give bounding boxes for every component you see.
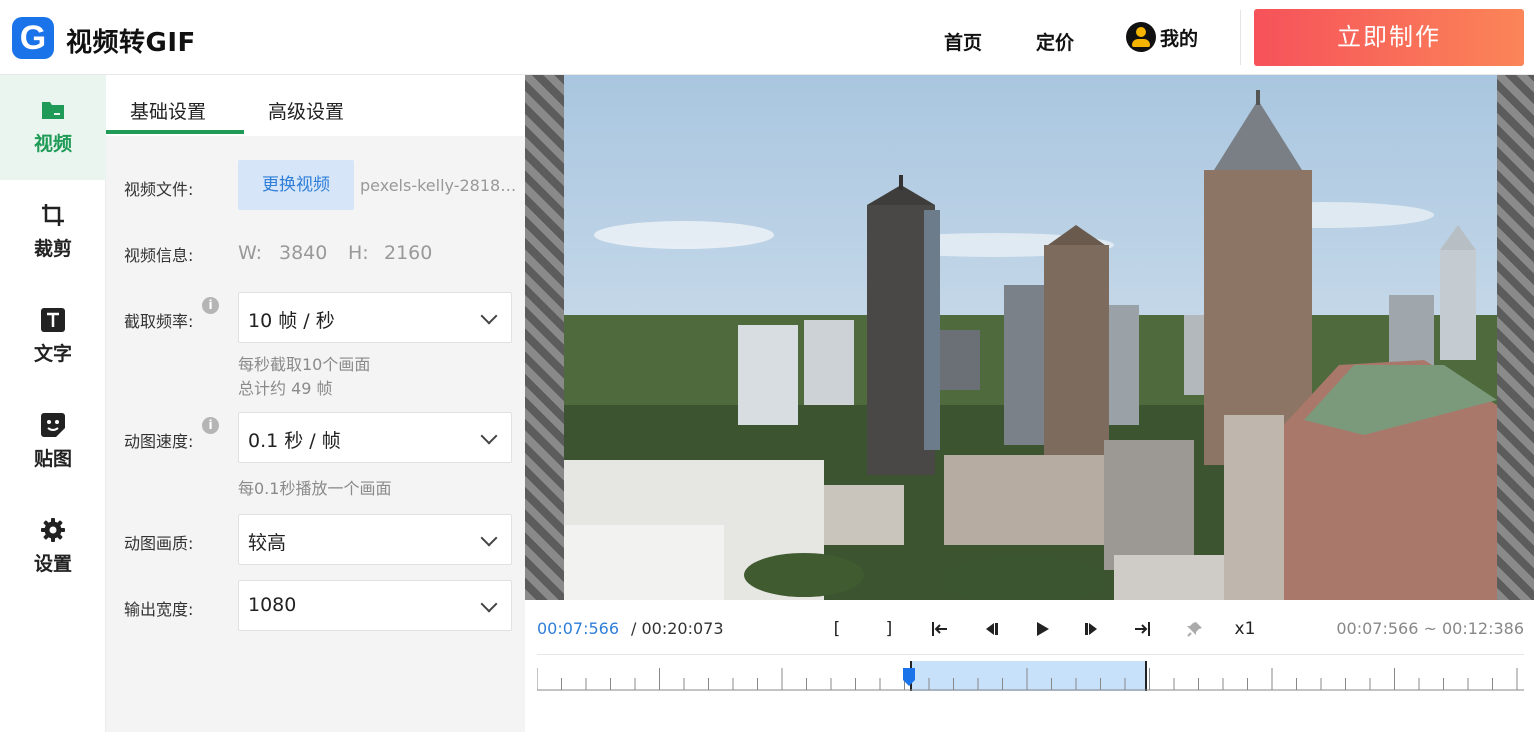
step-back-icon[interactable] — [976, 614, 1006, 644]
rail-label-text: 文字 — [33, 343, 72, 365]
playback-speed-button[interactable]: x1 — [1230, 614, 1260, 644]
rail-label-crop: 裁剪 — [33, 238, 72, 260]
rail-item-text[interactable]: 文字 — [0, 285, 106, 390]
rail-item-video[interactable]: 视频 — [0, 75, 106, 180]
text-icon — [40, 307, 66, 333]
settings-tabs: 基础设置 高级设置 — [106, 75, 525, 136]
video-file-label: 视频文件: — [124, 180, 194, 199]
output-width-select[interactable]: 1080 — [238, 580, 512, 631]
framerate-value: 10 帧 / 秒 — [248, 310, 335, 332]
quality-label: 动图画质: — [124, 534, 194, 553]
tab-advanced-settings[interactable]: 高级设置 — [268, 97, 344, 124]
video-width-value: 3840 — [279, 242, 328, 264]
create-now-button[interactable]: 立即制作 — [1254, 9, 1524, 66]
video-height-value: 2160 — [384, 242, 433, 264]
video-frame-image[interactable] — [564, 75, 1497, 600]
step-forward-icon[interactable] — [1077, 614, 1107, 644]
nav-mine-label: 我的 — [1160, 27, 1199, 50]
speed-label: 动图速度: — [124, 432, 194, 451]
tab-basic-settings[interactable]: 基础设置 — [130, 97, 206, 124]
app-logo-icon[interactable]: G — [12, 17, 54, 59]
video-folder-icon — [40, 97, 66, 123]
player-controls: 00:07:566 / 00:20:073 [ ] x1 00:07:566 ~… — [525, 600, 1534, 732]
quality-select[interactable]: 较高 — [238, 514, 512, 565]
total-time: / 00:20:073 — [631, 619, 724, 638]
playhead-handle[interactable] — [902, 667, 916, 687]
pin-icon[interactable] — [1180, 614, 1210, 644]
settings-panel: 基础设置 高级设置 视频文件: 更换视频 pexels-kelly-2818… … — [106, 75, 525, 732]
chevron-down-icon — [480, 595, 498, 613]
framerate-hint: 每秒截取10个画面 — [238, 355, 371, 374]
rail-item-crop[interactable]: 裁剪 — [0, 180, 106, 285]
rail-item-sticker[interactable]: 贴图 — [0, 390, 106, 495]
mark-out-button[interactable]: ] — [874, 614, 904, 644]
jump-to-out-icon[interactable] — [1128, 614, 1158, 644]
rail-label-video: 视频 — [33, 133, 72, 155]
framerate-select[interactable]: 10 帧 / 秒 — [238, 292, 512, 343]
rail-label-settings: 设置 — [33, 553, 72, 575]
header-divider — [1240, 10, 1241, 65]
chevron-down-icon — [480, 307, 498, 325]
chevron-down-icon — [480, 427, 498, 445]
video-info-label: 视频信息: — [124, 246, 194, 265]
mark-in-button[interactable]: [ — [822, 614, 852, 644]
frame-count-hint: 总计约 49 帧 — [238, 379, 333, 398]
video-filename: pexels-kelly-2818… — [360, 176, 516, 195]
top-header: G 视频转GIF 首页 定价 我的 立即制作 — [0, 0, 1534, 75]
speed-hint: 每0.1秒播放一个画面 — [238, 479, 392, 498]
nav-home-link[interactable]: 首页 — [944, 28, 982, 55]
crop-icon — [40, 202, 66, 228]
current-time: 00:07:566 — [537, 619, 620, 638]
speed-info-icon[interactable]: i — [202, 417, 219, 434]
height-label: H: — [348, 242, 369, 264]
jump-to-in-icon[interactable] — [924, 614, 954, 644]
tool-rail: 视频 裁剪 文字 贴图 设置 — [0, 75, 106, 732]
play-icon[interactable] — [1027, 614, 1057, 644]
selection-range: 00:07:566 ~ 00:12:386 — [1336, 619, 1524, 638]
rail-label-sticker: 贴图 — [33, 448, 72, 470]
replace-video-button[interactable]: 更换视频 — [238, 160, 354, 210]
rail-item-settings[interactable]: 设置 — [0, 495, 106, 600]
nav-pricing-link[interactable]: 定价 — [1036, 28, 1074, 55]
width-label: W: — [238, 242, 263, 264]
active-tab-indicator — [106, 130, 244, 134]
speed-select[interactable]: 0.1 秒 / 帧 — [238, 412, 512, 463]
chevron-down-icon — [480, 529, 498, 547]
speed-value: 0.1 秒 / 帧 — [248, 430, 341, 452]
user-avatar-icon — [1126, 22, 1156, 52]
sticker-icon — [40, 412, 66, 438]
nav-mine-link[interactable]: 我的 — [1126, 22, 1198, 52]
quality-value: 较高 — [248, 532, 287, 554]
timeline-divider — [537, 654, 1524, 655]
gear-icon — [40, 517, 66, 543]
timeline-ruler[interactable] — [537, 664, 1524, 692]
output-width-value: 1080 — [248, 594, 297, 616]
output-width-label: 输出宽度: — [124, 600, 194, 619]
framerate-label: 截取频率: — [124, 312, 194, 331]
framerate-info-icon[interactable]: i — [202, 297, 219, 314]
video-preview — [525, 75, 1534, 600]
app-title[interactable]: 视频转GIF — [66, 22, 196, 59]
